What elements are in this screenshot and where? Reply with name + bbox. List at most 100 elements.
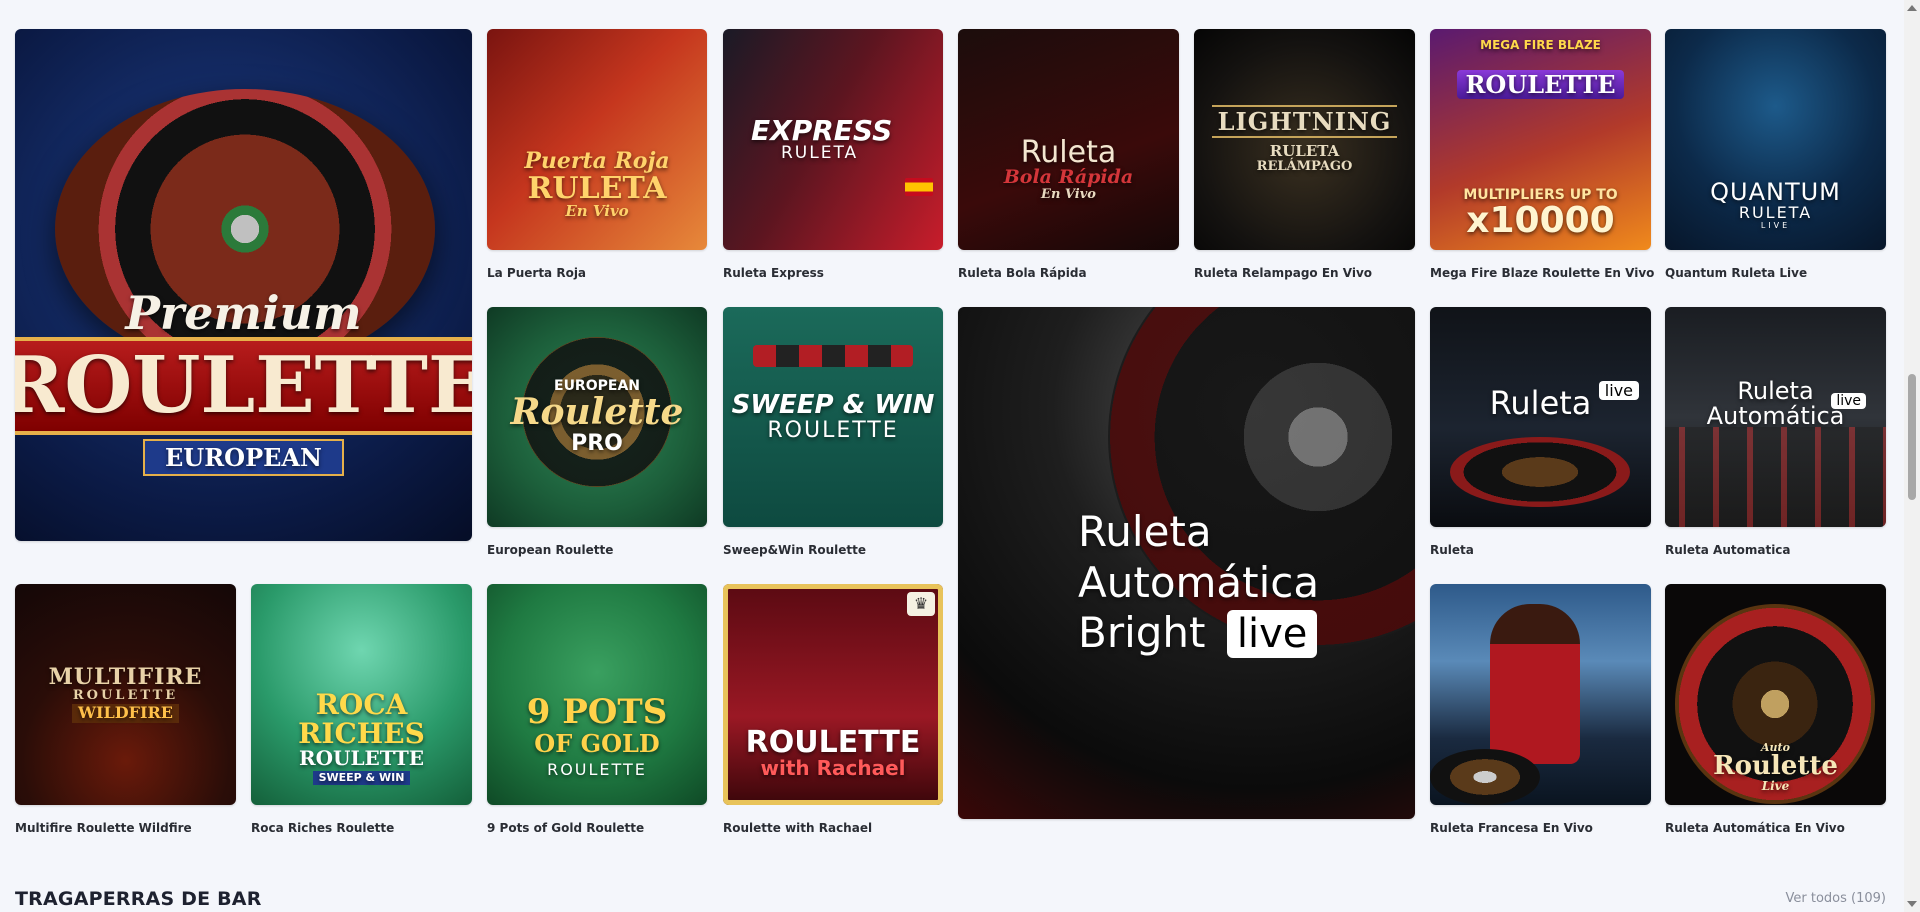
- game-art-auto-en-vivo: Auto Roulette Live: [1665, 584, 1886, 805]
- game-caption[interactable]: Ruleta: [1430, 543, 1474, 557]
- scroll-thumb[interactable]: [1908, 374, 1916, 500]
- game-caption[interactable]: Quantum Ruleta Live: [1665, 266, 1807, 280]
- art-line: Ruleta: [1737, 377, 1814, 405]
- game-tile-ruleta-automatica[interactable]: Ruleta Automática live: [1665, 307, 1886, 527]
- game-tile-ruleta-relampago[interactable]: LIGHTNING RULETA RELÁMPAGO: [1194, 29, 1415, 250]
- game-art-european-roulette: EUROPEAN Roulette PRO: [487, 307, 707, 527]
- game-caption[interactable]: Ruleta Automática En Vivo: [1665, 821, 1845, 835]
- game-art-la-puerta-roja: Puerta Roja RULETA En Vivo: [487, 29, 707, 250]
- art-line: EXPRESS: [751, 113, 893, 147]
- game-caption[interactable]: Ruleta Francesa En Vivo: [1430, 821, 1593, 835]
- game-tile-ruleta-express[interactable]: EXPRESS RULETA: [723, 29, 943, 250]
- game-art-ruleta-automatica: Ruleta Automática: [1665, 307, 1886, 527]
- scroll-up-icon[interactable]: [1907, 5, 1917, 11]
- game-art-premium-roulette: Premium ROULETTE EUROPEAN: [15, 289, 472, 541]
- game-caption[interactable]: 9 Pots of Gold Roulette: [487, 821, 644, 835]
- game-tile-sweep-win-roulette[interactable]: SWEEP & WIN ROULETTE: [723, 307, 943, 527]
- spain-flag-icon: [905, 178, 933, 196]
- view-all-link[interactable]: Ver todos (109): [1786, 891, 1886, 906]
- art-line: LIVE: [1760, 220, 1791, 230]
- art-line: Automática: [1078, 557, 1320, 607]
- art-line: Ruleta: [1078, 507, 1212, 557]
- art-line: ROCA: [315, 687, 408, 721]
- game-caption[interactable]: European Roulette: [487, 543, 613, 557]
- live-badge: live: [1831, 393, 1866, 409]
- game-art-multifire: MULTIFIRE ROULETTE WILDFIRE: [15, 584, 236, 805]
- art-line: PRO: [571, 430, 623, 456]
- game-caption[interactable]: Ruleta Automatica: [1665, 543, 1791, 557]
- art-line: Ruleta: [1020, 134, 1117, 170]
- game-tile-9-pots-of-gold[interactable]: 9 POTS OF GOLD ROULETTE: [487, 584, 707, 805]
- game-caption[interactable]: Multifire Roulette Wildfire: [15, 821, 192, 835]
- art-line: MEGA FIRE BLAZE: [1480, 38, 1601, 52]
- game-caption[interactable]: Roca Riches Roulette: [251, 821, 394, 835]
- art-line: EUROPEAN: [143, 439, 344, 477]
- art-line: En Vivo: [1041, 187, 1096, 203]
- scroll-down-icon[interactable]: [1907, 901, 1917, 907]
- game-tile-ruleta-automatica-bright[interactable]: Ruleta Automática Bright live: [958, 307, 1415, 819]
- game-caption[interactable]: Ruleta Bola Rápida: [958, 266, 1087, 280]
- art-line: ROULETTE: [298, 746, 425, 771]
- art-line: RULETA: [1738, 202, 1813, 222]
- game-art-ruleta-automatica-bright: Ruleta Automática Bright live: [958, 307, 1415, 819]
- art-line: LIGHTNING: [1211, 105, 1398, 139]
- game-art-ruleta-live: Ruleta: [1430, 307, 1651, 527]
- game-tile-ruleta-automatica-en-vivo[interactable]: Auto Roulette Live: [1665, 584, 1886, 805]
- game-caption[interactable]: Roulette with Rachael: [723, 821, 872, 835]
- art-line: QUANTUM: [1710, 177, 1841, 206]
- game-art-sweep-win: SWEEP & WIN ROULETTE: [723, 307, 943, 527]
- game-tile-european-roulette[interactable]: EUROPEAN Roulette PRO: [487, 307, 707, 527]
- art-line: Roulette: [1713, 751, 1838, 782]
- art-line: RULETA: [527, 170, 667, 206]
- game-caption[interactable]: Ruleta Express: [723, 266, 824, 280]
- game-tile-multifire-wildfire[interactable]: MULTIFIRE ROULETTE WILDFIRE: [15, 584, 236, 805]
- art-line: Roulette: [510, 390, 684, 433]
- art-line: RULETA: [781, 143, 859, 164]
- art-line: Premium: [125, 286, 362, 340]
- art-line: x10000: [1466, 200, 1615, 242]
- game-tile-quantum-ruleta[interactable]: QUANTUM RULETA LIVE: [1665, 29, 1886, 250]
- live-badge: live: [1598, 381, 1639, 400]
- art-line: ROULETTE: [547, 760, 647, 780]
- art-line: SWEEP & WIN: [312, 771, 411, 785]
- game-tile-roulette-with-rachael[interactable]: ♛ ROULETTE with Rachael: [723, 584, 943, 805]
- art-line: ROULETTE: [1457, 69, 1624, 100]
- art-line: RELÁMPAGO: [1256, 159, 1353, 175]
- art-line: ROULETTE: [15, 337, 472, 436]
- art-line: OF GOLD: [534, 729, 660, 759]
- art-line: Automática: [1706, 402, 1845, 431]
- art-line: WILDFIRE: [72, 704, 179, 724]
- page-scrollbar[interactable]: [1904, 0, 1920, 912]
- game-caption[interactable]: Ruleta Relampago En Vivo: [1194, 266, 1372, 280]
- game-tile-mega-fire-blaze[interactable]: MEGA FIRE BLAZE ROULETTE MULTIPLIERS UP …: [1430, 29, 1651, 250]
- game-art-ruleta-bola-rapida: Ruleta Bola Rápida En Vivo: [958, 29, 1179, 250]
- game-caption[interactable]: Sweep&Win Roulette: [723, 543, 866, 557]
- art-line: Ruleta: [1489, 384, 1592, 422]
- art-line: Bola Rápida: [1003, 166, 1134, 189]
- art-line: SWEEP & WIN: [731, 389, 935, 420]
- game-tile-premium-roulette[interactable]: Premium ROULETTE EUROPEAN: [15, 29, 472, 541]
- game-tile-ruleta-bola-rapida[interactable]: Ruleta Bola Rápida En Vivo: [958, 29, 1179, 250]
- art-line: ROULETTE: [72, 687, 179, 703]
- art-line: RICHES: [298, 717, 425, 751]
- art-line: Bright: [1078, 608, 1206, 658]
- art-line: ROULETTE: [745, 724, 921, 760]
- game-caption[interactable]: La Puerta Roja: [487, 266, 586, 280]
- art-line: with Rachael: [760, 756, 906, 780]
- live-badge: live: [1226, 610, 1318, 659]
- art-line: RULETA: [1269, 142, 1340, 161]
- art-line: Live: [1761, 779, 1790, 794]
- game-art-roca-riches: ROCA RICHES ROULETTE SWEEP & WIN: [251, 584, 472, 805]
- game-caption[interactable]: Mega Fire Blaze Roulette En Vivo: [1430, 266, 1654, 280]
- game-tile-la-puerta-roja[interactable]: Puerta Roja RULETA En Vivo: [487, 29, 707, 250]
- game-art-ruleta-express: EXPRESS RULETA: [723, 29, 943, 250]
- game-tile-ruleta-francesa[interactable]: [1430, 584, 1651, 805]
- game-tile-ruleta-live[interactable]: Ruleta live: [1430, 307, 1651, 527]
- dealer-figure: [1490, 604, 1580, 764]
- art-line: Puerta Roja: [524, 147, 670, 174]
- art-line-group: Bright live: [1078, 608, 1318, 659]
- game-art-ruleta-relampago: LIGHTNING RULETA RELÁMPAGO: [1194, 29, 1415, 250]
- game-art-9-pots: 9 POTS OF GOLD ROULETTE: [487, 584, 707, 805]
- art-line: ROULETTE: [767, 418, 899, 444]
- game-tile-roca-riches[interactable]: ROCA RICHES ROULETTE SWEEP & WIN: [251, 584, 472, 805]
